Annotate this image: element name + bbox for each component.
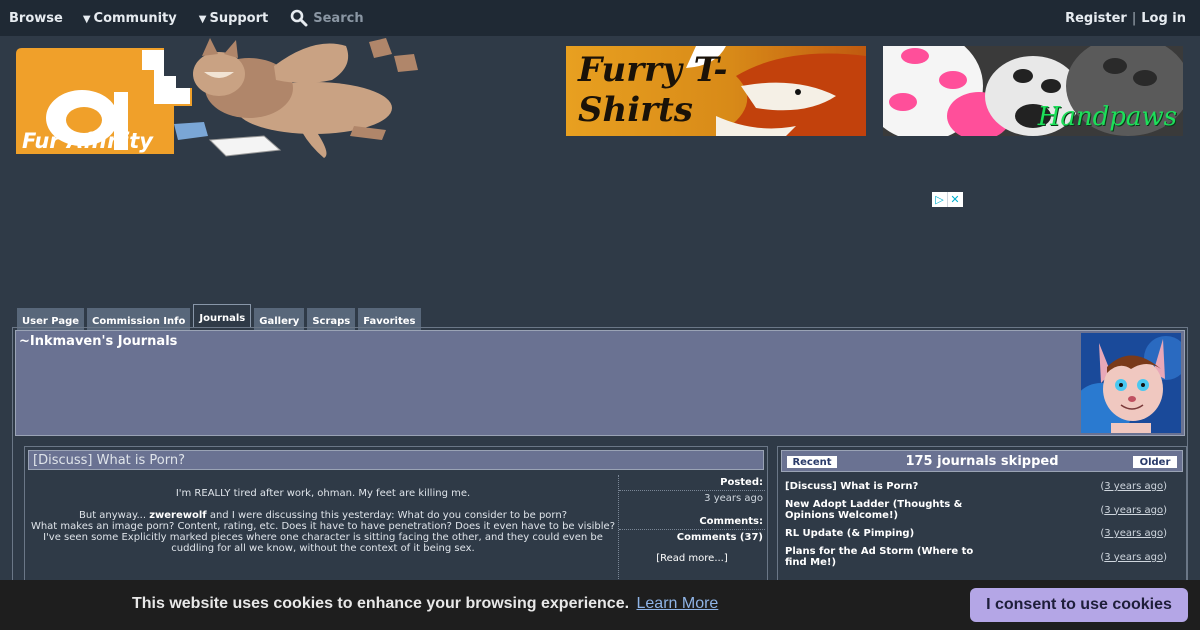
journal-age-text: 3 years ago bbox=[1104, 528, 1164, 539]
nav-browse[interactable]: Browse bbox=[9, 11, 63, 26]
caret-down-icon: ▼ bbox=[82, 13, 91, 25]
ad-close-icon[interactable]: ✕ bbox=[947, 192, 962, 207]
cookie-consent-button[interactable]: I consent to use cookies bbox=[970, 588, 1188, 622]
search-input[interactable] bbox=[313, 10, 454, 26]
tab-journals[interactable]: Journals bbox=[193, 304, 252, 328]
banner-handpaws-text: Handpaws bbox=[1037, 102, 1177, 132]
list-item: RL Update (& Pimping) (3 years ago) bbox=[785, 528, 1167, 539]
journals-header: ~Inkmaven's Journals bbox=[15, 330, 1185, 436]
list-item: Plans for the Ad Storm (Where to find Me… bbox=[785, 546, 1167, 568]
user-avatar[interactable] bbox=[1081, 333, 1181, 433]
post-title[interactable]: [Discuss] What is Porn? bbox=[28, 450, 764, 470]
caret-down-icon: ▼ bbox=[198, 13, 207, 25]
journals-skipped: 175 journals skipped bbox=[905, 454, 1059, 469]
learn-more-link[interactable]: Learn More bbox=[637, 595, 719, 612]
list-item: [Discuss] What is Porn? (3 years ago) bbox=[785, 481, 1167, 492]
journal-link[interactable]: RL Update (& Pimping) bbox=[785, 528, 975, 539]
cookie-banner: This website uses cookies to enhance you… bbox=[0, 580, 1200, 630]
user-link[interactable]: zwerewolf bbox=[149, 510, 206, 521]
journal-age: (3 years ago) bbox=[1100, 504, 1167, 516]
post-meta: Posted: 3 years ago Comments: Comments (… bbox=[619, 475, 765, 564]
post-line-2-post: and I were discussing this yesterday: Wh… bbox=[206, 510, 567, 521]
banner-handpaws[interactable]: Handpaws bbox=[883, 46, 1183, 136]
nav-community-label: Community bbox=[93, 10, 177, 26]
banner-furry-tshirts[interactable]: Furry T-Shirts bbox=[566, 46, 866, 136]
journal-age: (3 years ago) bbox=[1100, 551, 1167, 563]
site-logo[interactable]: Fur Affinity bbox=[14, 36, 424, 161]
journal-age-text: 3 years ago bbox=[1104, 481, 1164, 492]
cookie-message: This website uses cookies to enhance you… bbox=[132, 595, 718, 613]
nav-community[interactable]: ▼ Community bbox=[83, 11, 177, 26]
auth-links: Register | Log in bbox=[1065, 0, 1186, 36]
comments-label: Comments: bbox=[619, 514, 765, 530]
journal-list-items: [Discuss] What is Porn? (3 years ago) Ne… bbox=[785, 481, 1167, 575]
journal-age: (3 years ago) bbox=[1100, 481, 1167, 492]
banner-furry-tshirts-text: Furry T-Shirts bbox=[578, 50, 728, 130]
avatar-image bbox=[1081, 333, 1181, 433]
ad-choices[interactable]: ▷ ✕ bbox=[932, 192, 963, 207]
journal-list-header: Recent 175 journals skipped Older bbox=[781, 450, 1183, 472]
read-more-link[interactable]: [Read more...] bbox=[619, 553, 765, 564]
journal-age: (3 years ago) bbox=[1100, 528, 1167, 539]
search-icon[interactable] bbox=[290, 9, 308, 27]
journal-link[interactable]: [Discuss] What is Porn? bbox=[785, 481, 975, 492]
register-link[interactable]: Register bbox=[1065, 11, 1127, 26]
comments-link[interactable]: Comments (37) bbox=[619, 530, 765, 543]
top-nav: Browse ▼Community ▼Support Register | Lo… bbox=[0, 0, 1200, 36]
journal-age-text: 3 years ago bbox=[1104, 504, 1164, 516]
ad-choices-icon[interactable]: ▷ bbox=[932, 192, 947, 207]
post-line-2-pre: But anyway... bbox=[79, 510, 150, 521]
logo-text: Fur Affinity bbox=[22, 129, 154, 153]
list-item: New Adopt Ladder (Thoughts & Opinions We… bbox=[785, 499, 1167, 521]
cookie-message-text: This website uses cookies to enhance you… bbox=[132, 595, 630, 612]
page-title: ~Inkmaven's Journals bbox=[19, 334, 178, 349]
journal-link[interactable]: Plans for the Ad Storm (Where to find Me… bbox=[785, 546, 975, 568]
journal-age-text: 3 years ago bbox=[1104, 551, 1164, 563]
older-button[interactable]: Older bbox=[1133, 456, 1177, 468]
posted-value: 3 years ago bbox=[704, 493, 763, 504]
post-body: I'm REALLY tired after work, ohman. My f… bbox=[29, 477, 617, 554]
logo-mascot-image: Fur Affinity bbox=[16, 38, 418, 158]
nav-support[interactable]: ▼ Support bbox=[199, 11, 269, 26]
post-line-3: What makes an image porn? Content, ratin… bbox=[30, 521, 616, 554]
search-box bbox=[290, 9, 454, 27]
nav-support-label: Support bbox=[209, 10, 269, 26]
posted-label: Posted: bbox=[619, 475, 765, 491]
auth-separator: | bbox=[1131, 10, 1137, 26]
post-line-2: But anyway... zwerewolf and I were discu… bbox=[29, 510, 617, 521]
login-link[interactable]: Log in bbox=[1141, 11, 1186, 26]
journal-link[interactable]: New Adopt Ladder (Thoughts & Opinions We… bbox=[785, 499, 975, 521]
post-line-1: I'm REALLY tired after work, ohman. My f… bbox=[175, 488, 471, 499]
